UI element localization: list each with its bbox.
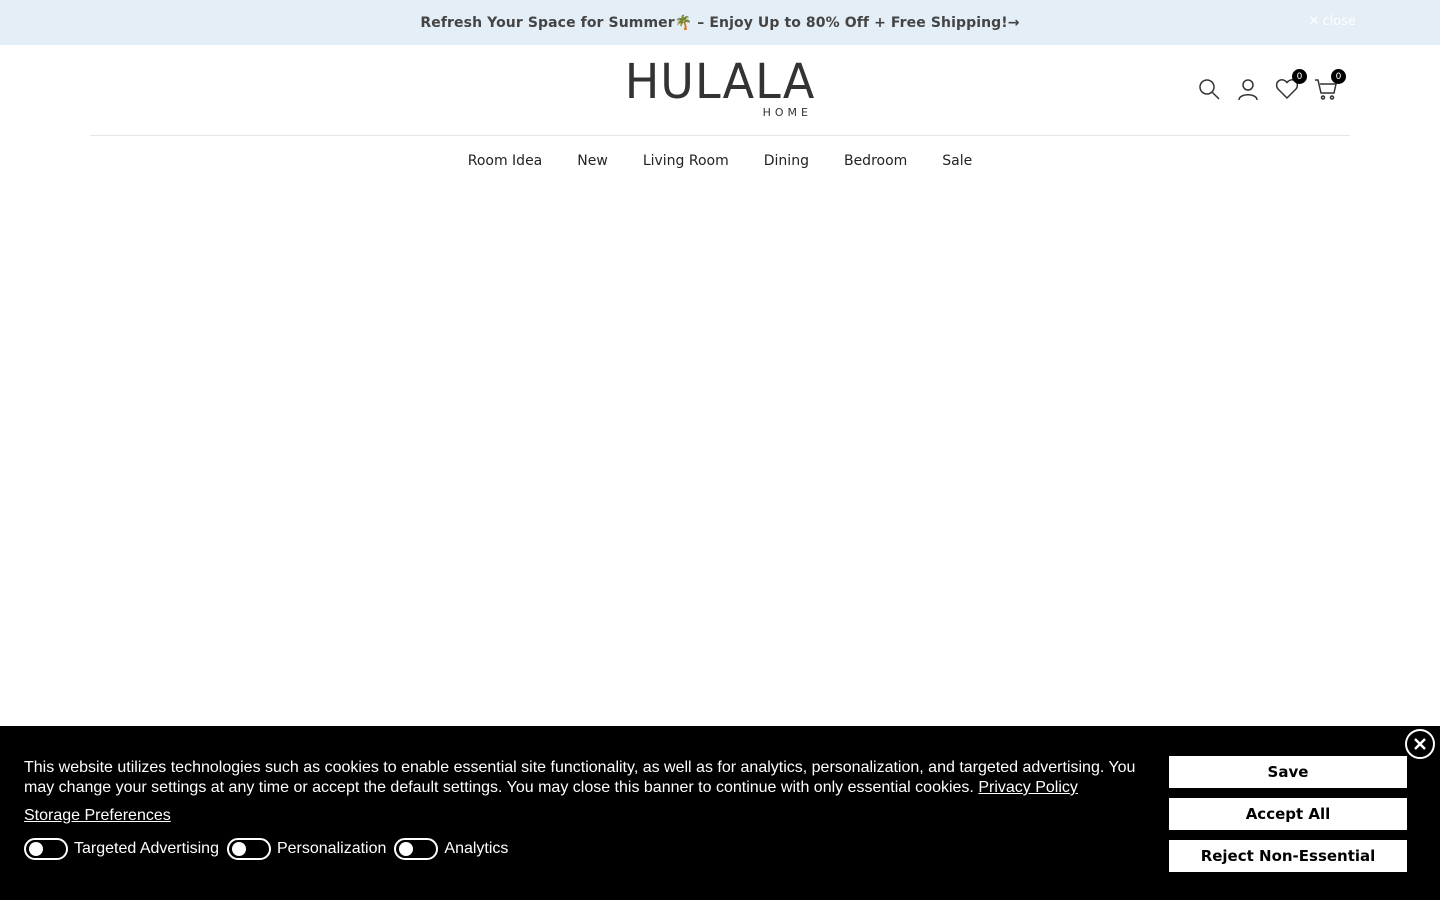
targeted-advertising-toggle[interactable] [24, 838, 68, 860]
announcement-close-label: close [1322, 14, 1356, 29]
toggle-group-targeted-advertising: Targeted Advertising [24, 838, 219, 860]
accept-all-button[interactable]: Accept All [1169, 798, 1407, 830]
toggle-group-personalization: Personalization [226, 838, 387, 860]
nav-item-dining[interactable]: Dining [764, 153, 809, 169]
cookie-message-text: This website utilizes technologies such … [24, 759, 1136, 796]
toggle-knob [231, 842, 246, 856]
wishlist-button[interactable]: 0 [1275, 69, 1307, 101]
main-nav: Room Idea New Living Room Dining Bedroom… [0, 136, 1440, 186]
announcement-bar: Refresh Your Space for Summer🌴 – Enjoy U… [0, 0, 1440, 45]
nav-item-bedroom[interactable]: Bedroom [844, 153, 907, 169]
toggle-knob [29, 842, 43, 856]
toggle-group-analytics: Analytics [394, 838, 508, 860]
reject-non-essential-button[interactable]: Reject Non-Essential [1169, 840, 1407, 872]
nav-item-sale[interactable]: Sale [942, 153, 972, 169]
targeted-advertising-label: Targeted Advertising [74, 840, 219, 857]
header-icons: 0 0 [1197, 69, 1346, 101]
cookie-banner: This website utilizes technologies such … [0, 726, 1440, 900]
announcement-text[interactable]: Refresh Your Space for Summer🌴 – Enjoy U… [420, 15, 1019, 31]
personalization-label: Personalization [276, 840, 387, 857]
cookie-close-button[interactable] [1405, 729, 1435, 759]
account-icon[interactable] [1236, 77, 1260, 101]
close-icon: ✕ [1308, 14, 1320, 29]
close-icon [1414, 738, 1426, 750]
cookie-buttons: Save Accept All Reject Non-Essential [1169, 756, 1407, 872]
personalization-toggle[interactable] [226, 838, 271, 860]
analytics-toggle[interactable] [394, 838, 439, 860]
cookie-toggles: Targeted Advertising Personalization Ana… [24, 838, 516, 860]
announcement-close-button[interactable]: ✕ close [1309, 14, 1356, 29]
site-header: HULALA HOME 0 0 [90, 45, 1350, 136]
storage-preferences-link[interactable]: Storage Preferences [24, 807, 171, 825]
privacy-policy-link[interactable]: Privacy Policy [978, 779, 1078, 796]
cart-count-badge: 0 [1331, 69, 1346, 84]
nav-item-new[interactable]: New [577, 153, 608, 169]
cookie-message: This website utilizes technologies such … [24, 758, 1144, 798]
save-button[interactable]: Save [1169, 756, 1407, 788]
cart-button[interactable]: 0 [1314, 69, 1346, 101]
logo-main-text: HULALA [624, 52, 816, 110]
toggle-knob [399, 842, 414, 856]
nav-item-living-room[interactable]: Living Room [643, 153, 729, 169]
wishlist-count-badge: 0 [1292, 69, 1307, 84]
analytics-label: Analytics [444, 840, 509, 857]
site-logo[interactable]: HULALA HOME [625, 57, 815, 121]
search-icon[interactable] [1197, 77, 1221, 101]
nav-item-room-idea[interactable]: Room Idea [468, 153, 543, 169]
